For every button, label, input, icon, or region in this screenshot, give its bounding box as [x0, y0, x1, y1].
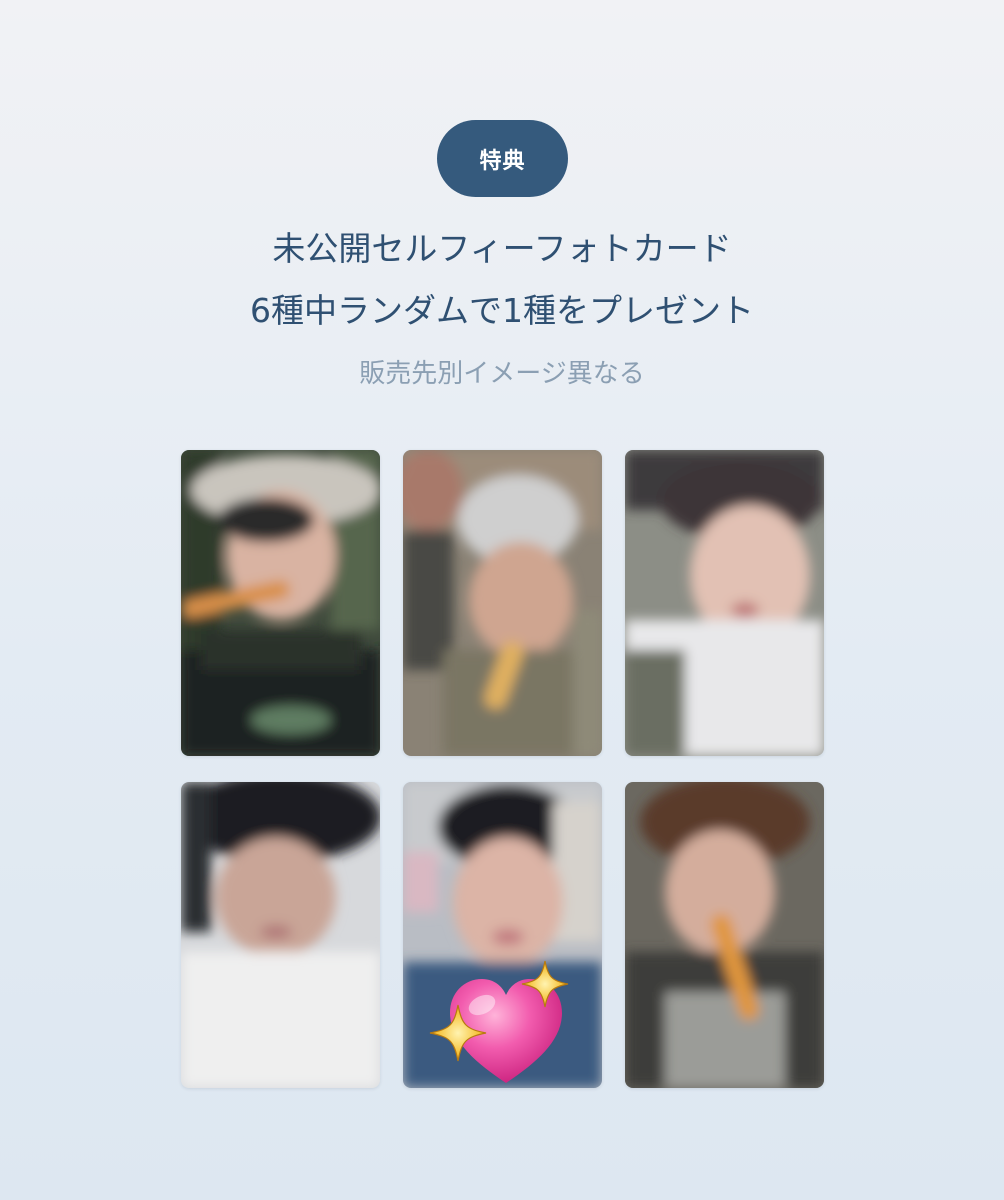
- blurred-photo-1: [181, 450, 380, 756]
- blurred-photo-6: [625, 782, 824, 1088]
- headline-line-1: 未公開セルフィーフォトカード: [272, 229, 732, 268]
- headline-line-2: 6種中ランダムで1種をプレゼント: [250, 291, 754, 330]
- photocard-1: [181, 450, 380, 756]
- bonus-badge: 特典: [437, 120, 568, 197]
- sparkling-heart-icon: [429, 960, 569, 1083]
- photocard-2: [403, 450, 602, 756]
- photocard-6: [625, 782, 824, 1088]
- promo-panel: 特典 未公開セルフィーフォトカード 6種中ランダムで1種をプレゼント 販売先別イ…: [0, 0, 1004, 1200]
- photocard-3: [625, 450, 824, 756]
- blurred-photo-4: [181, 782, 380, 1088]
- bonus-badge-label: 特典: [479, 148, 526, 174]
- blurred-photo-2: [403, 450, 602, 756]
- blurred-photo-3: [625, 450, 824, 756]
- subnote: 販売先別イメージ異なる: [359, 359, 645, 389]
- photocard-4: [181, 782, 380, 1088]
